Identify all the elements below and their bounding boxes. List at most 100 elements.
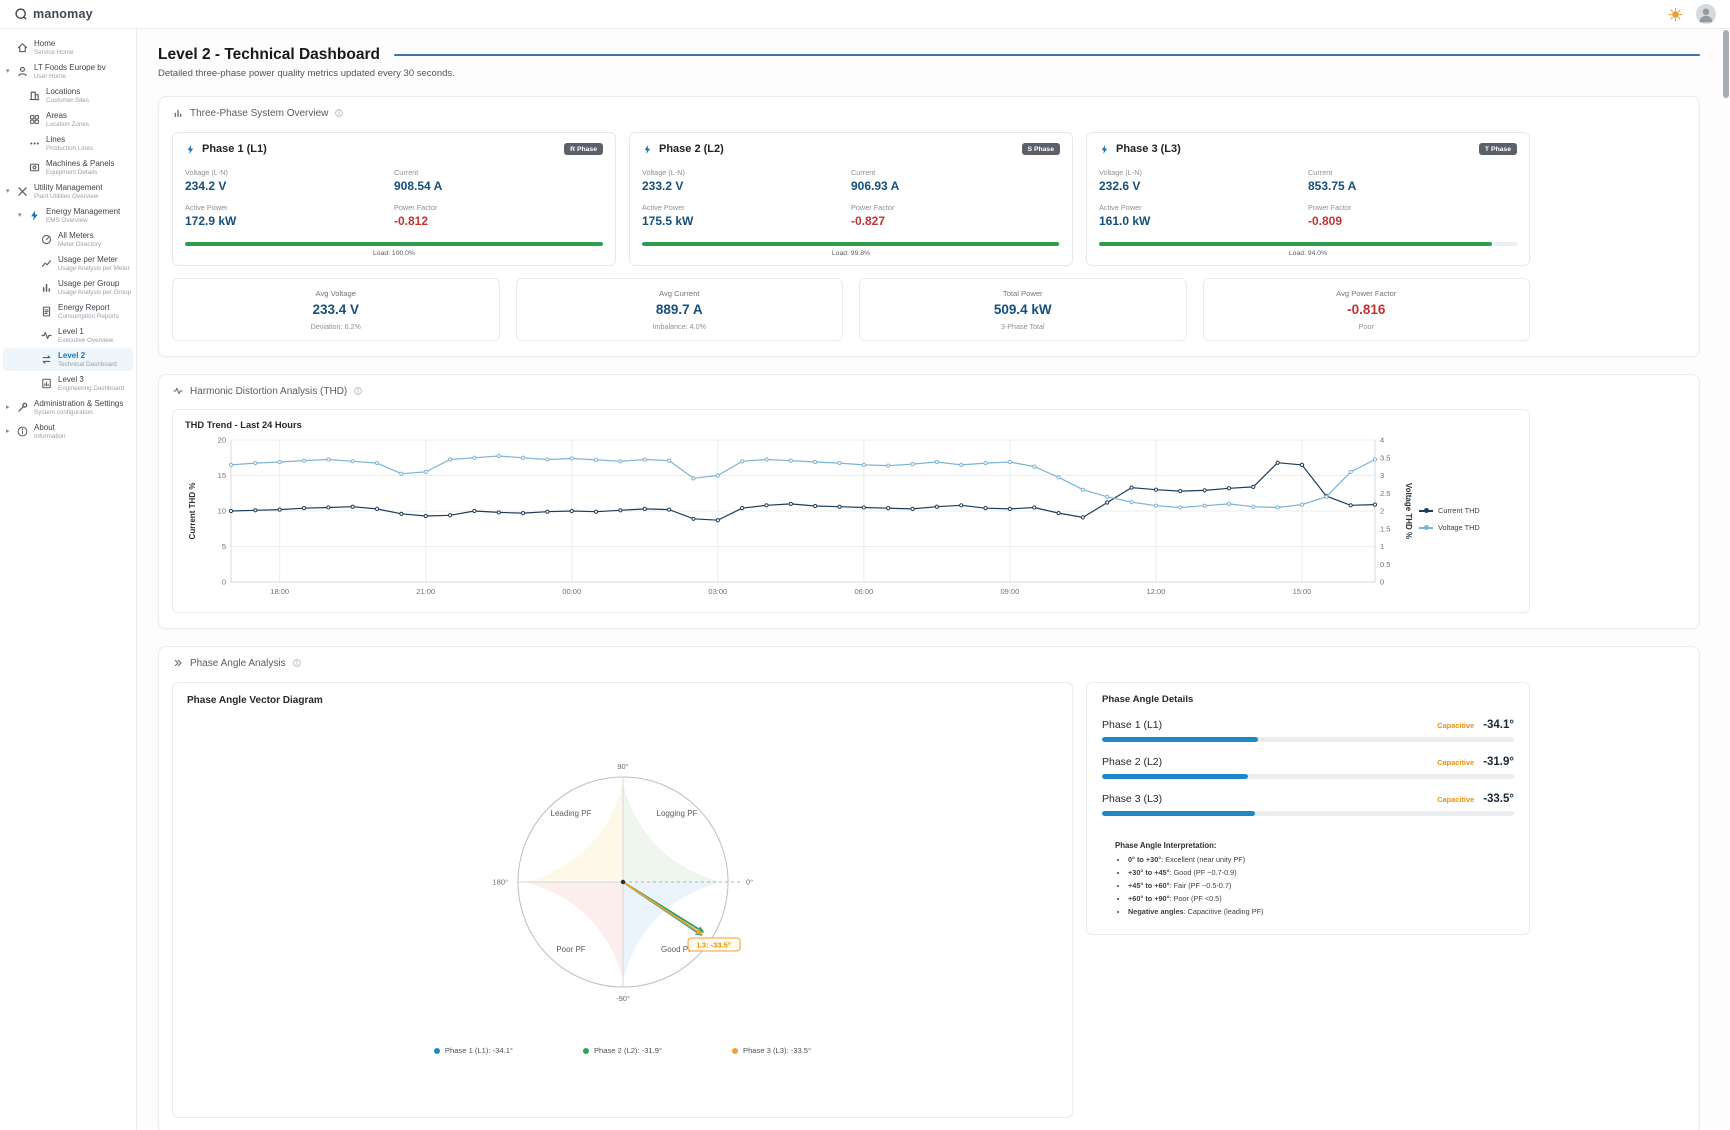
capacitive-tag: Capacitive	[1437, 758, 1474, 767]
legend-item-voltage-thd[interactable]: Voltage THD	[1419, 523, 1480, 532]
info-icon[interactable]	[334, 108, 344, 118]
power-label: Active Power	[642, 203, 851, 212]
svg-text:15: 15	[218, 471, 226, 480]
legend-item-l1[interactable]: Phase 1 (L1): -34.1°	[434, 1046, 513, 1055]
phase-angle-vector-card: Phase Angle Vector Diagram 90°-90°0°180°…	[172, 682, 1073, 1118]
sidebar-item-areas[interactable]: AreasLocation Zones	[3, 108, 133, 131]
svg-text:09:00: 09:00	[1001, 587, 1020, 596]
line-chart-icon	[40, 257, 53, 270]
top-bar: manomay	[0, 0, 1730, 29]
svg-text:18:00: 18:00	[270, 587, 289, 596]
sidebar-item-utility-management[interactable]: ▾ Utility ManagementPlant Utilities Over…	[3, 180, 133, 203]
chart-legend: Current THD Voltage THD	[1413, 506, 1480, 532]
sidebar-item-lines[interactable]: LinesProduction Lines	[3, 132, 133, 155]
pf-label: Power Factor	[851, 203, 1060, 212]
power-label: Active Power	[1099, 203, 1308, 212]
sidebar-item-locations[interactable]: LocationsCustomer Sites	[3, 84, 133, 107]
vertical-scrollbar	[1723, 30, 1729, 1126]
svg-text:0: 0	[1380, 578, 1384, 587]
load-progress-bar	[642, 242, 1060, 246]
page-title: Level 2 - Technical Dashboard	[158, 46, 380, 64]
angle-value: -34.1°	[1483, 719, 1514, 731]
voltage-thd-marker	[1419, 527, 1433, 529]
home-icon	[16, 41, 29, 54]
current-label: Current	[1308, 168, 1517, 177]
svg-text:12:00: 12:00	[1147, 587, 1166, 596]
svg-text:2: 2	[1380, 507, 1384, 516]
sidebar-item-usage-per-meter[interactable]: Usage per MeterUsage Analysis per Meter	[3, 252, 133, 275]
svg-text:0°: 0°	[746, 878, 753, 887]
sidebar-item-level-2[interactable]: Level 2Technical Dashboard	[3, 348, 133, 371]
legend-item-l3[interactable]: Phase 3 (L3): -33.5°	[732, 1046, 811, 1055]
svg-text:Leading PF: Leading PF	[550, 809, 591, 818]
current-thd-marker	[1419, 510, 1433, 512]
sidebar-item-level-3[interactable]: Level 3Engineering Dashboard	[3, 372, 133, 395]
phase-angle-details-card: Phase Angle Details Phase 1 (L1) Capacit…	[1086, 682, 1530, 935]
chevron-right-icon: ▸	[6, 403, 10, 411]
angle-progress-fill	[1102, 774, 1248, 779]
phase-badge: S Phase	[1022, 143, 1060, 155]
current-label: Current	[394, 168, 603, 177]
voltage-label: Voltage (L-N)	[642, 168, 851, 177]
title-rule	[394, 54, 1700, 56]
sidebar-item-admin-settings[interactable]: ▸ Administration & SettingsSystem config…	[3, 396, 133, 419]
load-progress-fill	[1099, 242, 1492, 246]
phase-title: Phase 2 (L2)	[659, 143, 724, 155]
pf-label: Power Factor	[394, 203, 603, 212]
angle-progress-bar	[1102, 811, 1514, 816]
sidebar-item-usage-per-group[interactable]: Usage per GroupUsage Analysis per Group	[3, 276, 133, 299]
power-value: 172.9 kW	[185, 214, 394, 228]
vector-diagram-title: Phase Angle Vector Diagram	[187, 695, 1058, 706]
phase-card-l2: Phase 2 (L2) S Phase Voltage (L-N)233.2 …	[629, 132, 1073, 266]
load-label: Load: 94.0%	[1099, 250, 1517, 257]
svg-text:2.5: 2.5	[1380, 489, 1390, 498]
current-value: 853.75 A	[1308, 179, 1517, 193]
svg-text:3: 3	[1380, 471, 1384, 480]
machine-icon	[28, 161, 41, 174]
svg-text:21:00: 21:00	[416, 587, 435, 596]
section-title: Three-Phase System Overview	[190, 108, 328, 119]
sun-icon[interactable]	[1668, 7, 1683, 22]
chevron-down-icon: ▾	[6, 67, 10, 75]
avatar-icon	[1696, 4, 1716, 24]
vector-legend: Phase 1 (L1): -34.1° Phase 2 (L2): -31.9…	[187, 1046, 1058, 1055]
svg-text:0.5: 0.5	[1380, 560, 1390, 569]
report-chart-icon	[40, 377, 53, 390]
sidebar-item-level-1[interactable]: Level 1Executive Overview	[3, 324, 133, 347]
voltage-label: Voltage (L-N)	[1099, 168, 1308, 177]
sidebar-item-home[interactable]: HomeService Home	[3, 36, 133, 59]
sidebar-item-energy-report[interactable]: Energy ReportConsumption Reports	[3, 300, 133, 323]
thd-chart-card: THD Trend - Last 24 Hours 0510152000.511…	[172, 409, 1530, 613]
svg-text:0: 0	[222, 578, 226, 587]
sidebar-item-about[interactable]: ▸ AboutInformation	[3, 420, 133, 443]
sidebar-item-lt-foods-europe[interactable]: ▾ LT Foods Europe bvUser Home	[3, 60, 133, 83]
summary-card-total-power: Total Power 509.4 kW 3-Phase Total	[859, 278, 1187, 341]
legend-item-current-thd[interactable]: Current THD	[1419, 506, 1480, 515]
sidebar-item-energy-management[interactable]: ▾ Energy ManagementEMS Overview	[3, 204, 133, 227]
capacitive-tag: Capacitive	[1437, 795, 1474, 804]
voltage-value: 234.2 V	[185, 179, 394, 193]
svg-text:20: 20	[218, 436, 226, 445]
voltage-label: Voltage (L-N)	[185, 168, 394, 177]
angle-value: -31.9°	[1483, 756, 1514, 768]
document-icon	[40, 305, 53, 318]
info-icon[interactable]	[292, 658, 302, 668]
scrollbar-thumb[interactable]	[1723, 30, 1729, 98]
info-icon[interactable]	[353, 386, 363, 396]
wave-icon	[172, 385, 184, 397]
svg-text:03:00: 03:00	[708, 587, 727, 596]
chart-title: THD Trend - Last 24 Hours	[185, 420, 1517, 430]
svg-text:Poor PF: Poor PF	[556, 945, 585, 954]
phase-angle-section: Phase Angle Analysis Phase Angle Vector …	[158, 646, 1700, 1130]
load-label: Load: 99.8%	[642, 250, 1060, 257]
chevron-down-icon: ▾	[6, 187, 10, 195]
avatar[interactable]	[1696, 4, 1716, 24]
bar-chart-icon	[40, 281, 53, 294]
legend-item-l2[interactable]: Phase 2 (L2): -31.9°	[583, 1046, 662, 1055]
sidebar-item-all-meters[interactable]: All MetersMeter Directory	[3, 228, 133, 251]
sidebar-item-machines-panels[interactable]: Machines & PanelsEquipment Details	[3, 156, 133, 179]
dots-icon	[28, 137, 41, 150]
load-progress-fill	[642, 242, 1059, 246]
brand-logo[interactable]: manomay	[14, 7, 93, 21]
angle-progress-fill	[1102, 737, 1258, 742]
